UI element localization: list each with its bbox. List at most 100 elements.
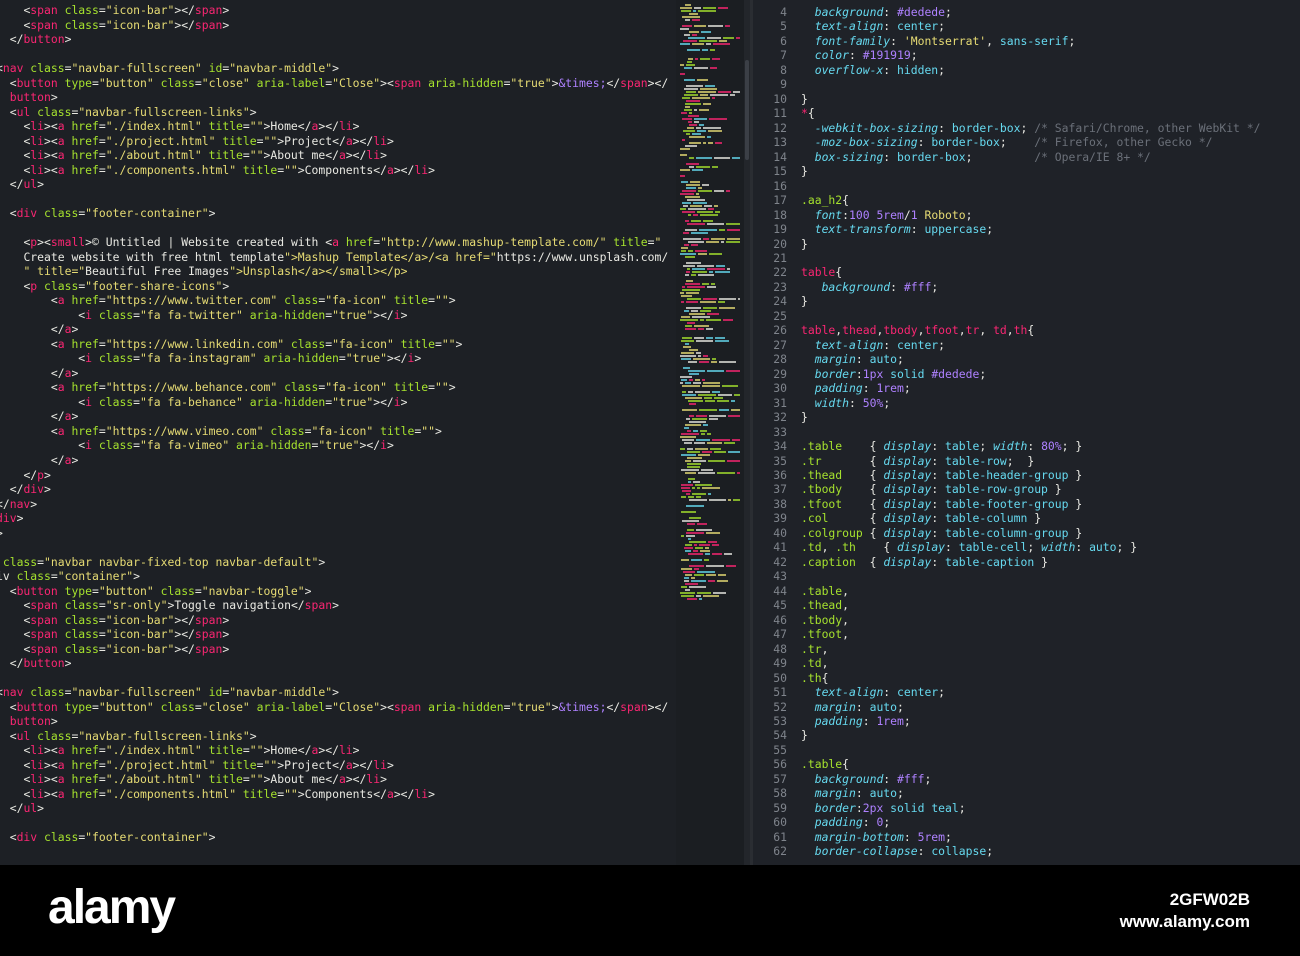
code-line[interactable]: </nav> — [0, 497, 668, 512]
code-line[interactable]: <ul class="navbar-fullscreen-links"> — [0, 729, 668, 744]
code-line[interactable]: <a href="https://www.vimeo.com" class="f… — [0, 424, 668, 439]
code-line[interactable]: border:1px solid #dedede; — [801, 367, 1261, 381]
css-editor-pane[interactable]: 4 5 6 7 8 9 10 11 12 13 14 15 16 17 18 19 20 21 22 23 24 25 26… — [753, 0, 1300, 865]
code-line[interactable]: font:100 5rem/1 Roboto; — [801, 208, 1261, 222]
code-line[interactable]: </p> — [0, 468, 668, 483]
code-line[interactable]: <i class="fa fa-twitter" aria-hidden="tr… — [0, 308, 668, 323]
code-line[interactable]: .tr { display: table-row; } — [801, 454, 1261, 468]
code-line[interactable] — [0, 221, 668, 236]
code-line[interactable] — [801, 743, 1261, 757]
code-line[interactable]: <a href="https://www.linkedin.com" class… — [0, 337, 668, 352]
code-line[interactable]: .th{ — [801, 671, 1261, 685]
scrollbar-thumb[interactable] — [745, 60, 749, 160]
code-line[interactable]: .td, — [801, 656, 1261, 670]
code-line[interactable]: </a> — [0, 409, 668, 424]
code-line[interactable]: <nav class="navbar-fullscreen" id="navba… — [0, 685, 668, 700]
code-line[interactable]: color: #191919; — [801, 48, 1261, 62]
code-line[interactable]: </ul> — [0, 177, 668, 192]
code-line[interactable] — [0, 816, 668, 831]
code-line[interactable]: <li><a href="./about.html" title="">Abou… — [0, 148, 668, 163]
code-line[interactable]: .table { display: table; width: 80%; } — [801, 439, 1261, 453]
code-line[interactable]: } — [801, 294, 1261, 308]
code-line[interactable]: <li><a href="./index.html" title="">Home… — [0, 119, 668, 134]
code-line[interactable]: </div> — [0, 482, 668, 497]
code-line[interactable]: <p><small>© Untitled | Website created w… — [0, 235, 668, 250]
code-line[interactable]: .table, — [801, 584, 1261, 598]
code-line[interactable]: <i class="fa fa-behance" aria-hidden="tr… — [0, 395, 668, 410]
code-line[interactable]: </button> — [0, 656, 668, 671]
code-line[interactable]: .thead { display: table-header-group } — [801, 468, 1261, 482]
code-line[interactable]: <button type="button" class="close" aria… — [0, 76, 668, 91]
code-line[interactable] — [0, 540, 668, 555]
code-line[interactable]: .thead, — [801, 598, 1261, 612]
code-line[interactable]: } — [801, 728, 1261, 742]
html-code[interactable]: <span class="icon-bar"></span> <span cla… — [0, 3, 668, 845]
html-editor-pane[interactable]: <span class="icon-bar"></span> <span cla… — [0, 0, 676, 865]
code-line[interactable]: </a> — [0, 453, 668, 468]
code-line[interactable]: font-family: 'Montserrat', sans-serif; — [801, 34, 1261, 48]
code-line[interactable]: <li><a href="./index.html" title="">Home… — [0, 743, 668, 758]
code-line[interactable]: box-sizing: border-box; /* Opera/IE 8+ *… — [801, 150, 1261, 164]
code-line[interactable]: .tfoot, — [801, 627, 1261, 641]
code-line[interactable] — [801, 569, 1261, 583]
code-line[interactable] — [801, 77, 1261, 91]
code-line[interactable]: .tr, — [801, 642, 1261, 656]
code-line[interactable]: *{ — [801, 106, 1261, 120]
code-line[interactable]: <li><a href="./project.html" title="">Pr… — [0, 758, 668, 773]
code-line[interactable]: </a> — [0, 366, 668, 381]
code-line[interactable]: text-align: center; — [801, 338, 1261, 352]
code-line[interactable]: </a> — [0, 322, 668, 337]
code-line[interactable]: <p class="footer-share-icons"> — [0, 279, 668, 294]
code-line[interactable]: .tbody { display: table-row-group } — [801, 482, 1261, 496]
code-line[interactable]: border:2px solid teal; — [801, 801, 1261, 815]
code-line[interactable]: -webkit-box-sizing: border-box; /* Safar… — [801, 121, 1261, 135]
code-line[interactable]: </ul> — [0, 801, 668, 816]
code-line[interactable] — [0, 671, 668, 686]
code-line[interactable]: .td, .th { display: table-cell; width: a… — [801, 540, 1261, 554]
code-line[interactable]: .table{ — [801, 757, 1261, 771]
code-line[interactable]: <div class="footer-container"> — [0, 206, 668, 221]
code-line[interactable] — [801, 179, 1261, 193]
code-line[interactable]: <span class="icon-bar"></span> — [0, 613, 668, 628]
code-line[interactable]: padding: 0; — [801, 815, 1261, 829]
code-line[interactable]: } — [801, 164, 1261, 178]
code-line[interactable]: text-align: center; — [801, 685, 1261, 699]
code-line[interactable]: <span class="icon-bar"></span> — [0, 627, 668, 642]
code-line[interactable]: <li><a href="./components.html" title=""… — [0, 163, 668, 178]
code-line[interactable]: overflow-x: hidden; — [801, 63, 1261, 77]
code-line[interactable]: border-collapse: collapse; — [801, 844, 1261, 858]
code-line[interactable]: text-align: center; — [801, 19, 1261, 33]
code-line[interactable]: <button type="button" class="close" aria… — [0, 700, 668, 715]
code-line[interactable]: padding: 1rem; — [801, 381, 1261, 395]
code-line[interactable] — [801, 309, 1261, 323]
code-line[interactable]: Create website with free html template">… — [0, 250, 668, 265]
code-line[interactable]: <button type="button" class="navbar-togg… — [0, 584, 668, 599]
code-line[interactable]: .col { display: table-column } — [801, 511, 1261, 525]
code-line[interactable]: button> — [0, 714, 668, 729]
css-code[interactable]: background: #dedede; text-align: center;… — [801, 5, 1261, 859]
code-line[interactable]: <li><a href="./components.html" title=""… — [0, 787, 668, 802]
code-line[interactable]: <i class="fa fa-instagram" aria-hidden="… — [0, 351, 668, 366]
code-line[interactable] — [0, 47, 668, 62]
code-line[interactable]: width: 50%; — [801, 396, 1261, 410]
code-line[interactable]: margin: auto; — [801, 786, 1261, 800]
code-line[interactable]: > — [0, 526, 668, 541]
code-line[interactable]: <span class="icon-bar"></span> — [0, 642, 668, 657]
code-line[interactable]: iv class="container"> — [0, 569, 668, 584]
minimap[interactable] — [676, 0, 744, 865]
code-line[interactable]: <span class="icon-bar"></span> — [0, 3, 668, 18]
code-line[interactable]: <ul class="navbar-fullscreen-links"> — [0, 105, 668, 120]
code-line[interactable]: " title="Beautiful Free Images">Unsplash… — [0, 264, 668, 279]
code-line[interactable]: .tfoot { display: table-footer-group } — [801, 497, 1261, 511]
code-line[interactable]: background: #fff; — [801, 772, 1261, 786]
code-line[interactable]: <nav class="navbar-fullscreen" id="navba… — [0, 61, 668, 76]
code-line[interactable]: .aa_h2{ — [801, 193, 1261, 207]
code-line[interactable]: class="navbar navbar-fixed-top navbar-de… — [0, 555, 668, 570]
code-line[interactable]: div> — [0, 511, 668, 526]
code-line[interactable]: } — [801, 92, 1261, 106]
code-line[interactable]: </button> — [0, 32, 668, 47]
code-line[interactable]: <li><a href="./project.html" title="">Pr… — [0, 134, 668, 149]
code-line[interactable] — [801, 425, 1261, 439]
code-line[interactable]: -moz-box-sizing: border-box; /* Firefox,… — [801, 135, 1261, 149]
code-line[interactable]: margin: auto; — [801, 700, 1261, 714]
